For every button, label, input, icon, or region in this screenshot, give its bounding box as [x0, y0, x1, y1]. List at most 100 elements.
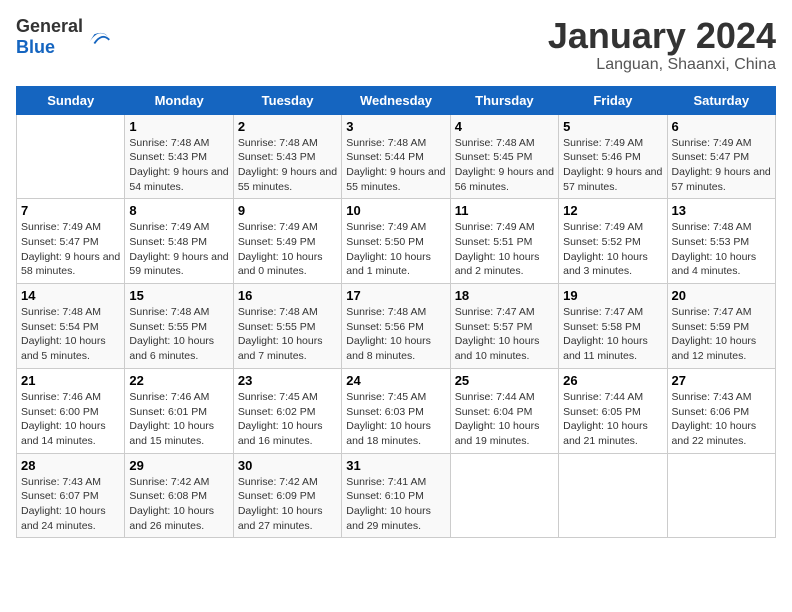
- day-number: 24: [346, 373, 445, 388]
- day-info: Sunrise: 7:45 AMSunset: 6:03 PMDaylight:…: [346, 390, 445, 449]
- day-number: 6: [672, 119, 771, 134]
- day-info: Sunrise: 7:44 AMSunset: 6:05 PMDaylight:…: [563, 390, 662, 449]
- calendar-cell: 8 Sunrise: 7:49 AMSunset: 5:48 PMDaylight…: [125, 199, 233, 284]
- day-number: 16: [238, 288, 337, 303]
- day-number: 9: [238, 203, 337, 218]
- calendar-cell: 3 Sunrise: 7:48 AMSunset: 5:44 PMDaylight…: [342, 114, 450, 199]
- week-row-1: 1 Sunrise: 7:48 AMSunset: 5:43 PMDaylight…: [17, 114, 776, 199]
- logo-icon: [85, 23, 113, 51]
- day-header-saturday: Saturday: [667, 86, 775, 114]
- calendar-cell: 24 Sunrise: 7:45 AMSunset: 6:03 PMDayligh…: [342, 368, 450, 453]
- day-info: Sunrise: 7:48 AMSunset: 5:45 PMDaylight:…: [455, 136, 554, 195]
- calendar-cell: 23 Sunrise: 7:45 AMSunset: 6:02 PMDayligh…: [233, 368, 341, 453]
- week-row-3: 14 Sunrise: 7:48 AMSunset: 5:54 PMDayligh…: [17, 284, 776, 369]
- day-number: 30: [238, 458, 337, 473]
- calendar-cell: 12Sunrise: 7:49 AMSunset: 5:52 PMDayligh…: [559, 199, 667, 284]
- calendar-cell: 7 Sunrise: 7:49 AMSunset: 5:47 PMDaylight…: [17, 199, 125, 284]
- calendar-cell: 1 Sunrise: 7:48 AMSunset: 5:43 PMDaylight…: [125, 114, 233, 199]
- calendar-cell: 30Sunrise: 7:42 AMSunset: 6:09 PMDayligh…: [233, 453, 341, 538]
- calendar-cell: 31Sunrise: 7:41 AMSunset: 6:10 PMDayligh…: [342, 453, 450, 538]
- calendar-cell: 16 Sunrise: 7:48 AMSunset: 5:55 PMDayligh…: [233, 284, 341, 369]
- day-number: 5: [563, 119, 662, 134]
- day-info: Sunrise: 7:48 AMSunset: 5:43 PMDaylight:…: [129, 136, 228, 195]
- day-number: 14: [21, 288, 120, 303]
- day-info: Sunrise: 7:48 AMSunset: 5:55 PMDaylight:…: [129, 305, 228, 364]
- day-header-tuesday: Tuesday: [233, 86, 341, 114]
- week-row-5: 28Sunrise: 7:43 AMSunset: 6:07 PMDayligh…: [17, 453, 776, 538]
- calendar-cell: 14 Sunrise: 7:48 AMSunset: 5:54 PMDayligh…: [17, 284, 125, 369]
- logo-text: General Blue: [16, 16, 83, 58]
- day-info: Sunrise: 7:48 AMSunset: 5:56 PMDaylight:…: [346, 305, 445, 364]
- day-info: Sunrise: 7:49 AMSunset: 5:52 PMDaylight:…: [563, 220, 662, 279]
- day-info: Sunrise: 7:49 AMSunset: 5:50 PMDaylight:…: [346, 220, 445, 279]
- title-block: January 2024 Languan, Shaanxi, China: [548, 16, 776, 74]
- week-row-2: 7 Sunrise: 7:49 AMSunset: 5:47 PMDaylight…: [17, 199, 776, 284]
- logo-blue: Blue: [16, 37, 55, 57]
- day-number: 27: [672, 373, 771, 388]
- day-number: 21: [21, 373, 120, 388]
- day-info: Sunrise: 7:46 AMSunset: 6:01 PMDaylight:…: [129, 390, 228, 449]
- day-info: Sunrise: 7:47 AMSunset: 5:58 PMDaylight:…: [563, 305, 662, 364]
- day-header-wednesday: Wednesday: [342, 86, 450, 114]
- calendar-cell: 17Sunrise: 7:48 AMSunset: 5:56 PMDayligh…: [342, 284, 450, 369]
- day-header-friday: Friday: [559, 86, 667, 114]
- calendar-cell: [667, 453, 775, 538]
- calendar-cell: 28Sunrise: 7:43 AMSunset: 6:07 PMDayligh…: [17, 453, 125, 538]
- calendar-cell: 4Sunrise: 7:48 AMSunset: 5:45 PMDaylight…: [450, 114, 558, 199]
- day-info: Sunrise: 7:48 AMSunset: 5:54 PMDaylight:…: [21, 305, 120, 364]
- day-info: Sunrise: 7:48 AMSunset: 5:53 PMDaylight:…: [672, 220, 771, 279]
- day-number: 1: [129, 119, 228, 134]
- day-header-thursday: Thursday: [450, 86, 558, 114]
- day-number: 2: [238, 119, 337, 134]
- day-number: 10: [346, 203, 445, 218]
- calendar-cell: 27Sunrise: 7:43 AMSunset: 6:06 PMDayligh…: [667, 368, 775, 453]
- calendar-cell: 20Sunrise: 7:47 AMSunset: 5:59 PMDayligh…: [667, 284, 775, 369]
- logo: General Blue: [16, 16, 113, 58]
- day-number: 29: [129, 458, 228, 473]
- day-info: Sunrise: 7:47 AMSunset: 5:57 PMDaylight:…: [455, 305, 554, 364]
- week-row-4: 21 Sunrise: 7:46 AMSunset: 6:00 PMDayligh…: [17, 368, 776, 453]
- calendar-cell: [559, 453, 667, 538]
- calendar-table: SundayMondayTuesdayWednesdayThursdayFrid…: [16, 86, 776, 539]
- day-number: 8: [129, 203, 228, 218]
- calendar-cell: 13Sunrise: 7:48 AMSunset: 5:53 PMDayligh…: [667, 199, 775, 284]
- day-info: Sunrise: 7:49 AMSunset: 5:51 PMDaylight:…: [455, 220, 554, 279]
- day-info: Sunrise: 7:48 AMSunset: 5:44 PMDaylight:…: [346, 136, 445, 195]
- day-number: 22: [129, 373, 228, 388]
- logo-general: General: [16, 16, 83, 36]
- calendar-cell: 21 Sunrise: 7:46 AMSunset: 6:00 PMDayligh…: [17, 368, 125, 453]
- day-info: Sunrise: 7:46 AMSunset: 6:00 PMDaylight:…: [21, 390, 120, 449]
- day-info: Sunrise: 7:45 AMSunset: 6:02 PMDaylight:…: [238, 390, 337, 449]
- day-number: 15: [129, 288, 228, 303]
- month-title: January 2024: [548, 16, 776, 56]
- calendar-cell: 18 Sunrise: 7:47 AMSunset: 5:57 PMDayligh…: [450, 284, 558, 369]
- day-info: Sunrise: 7:49 AMSunset: 5:47 PMDaylight:…: [21, 220, 120, 279]
- calendar-cell: 15 Sunrise: 7:48 AMSunset: 5:55 PMDayligh…: [125, 284, 233, 369]
- calendar-cell: [450, 453, 558, 538]
- day-info: Sunrise: 7:43 AMSunset: 6:07 PMDaylight:…: [21, 475, 120, 534]
- day-info: Sunrise: 7:41 AMSunset: 6:10 PMDaylight:…: [346, 475, 445, 534]
- day-number: 26: [563, 373, 662, 388]
- calendar-cell: 29 Sunrise: 7:42 AMSunset: 6:08 PMDayligh…: [125, 453, 233, 538]
- day-header-monday: Monday: [125, 86, 233, 114]
- calendar-cell: 6 Sunrise: 7:49 AMSunset: 5:47 PMDaylight…: [667, 114, 775, 199]
- day-info: Sunrise: 7:48 AMSunset: 5:55 PMDaylight:…: [238, 305, 337, 364]
- days-header-row: SundayMondayTuesdayWednesdayThursdayFrid…: [17, 86, 776, 114]
- day-info: Sunrise: 7:49 AMSunset: 5:48 PMDaylight:…: [129, 220, 228, 279]
- day-number: 23: [238, 373, 337, 388]
- day-number: 18: [455, 288, 554, 303]
- day-number: 7: [21, 203, 120, 218]
- day-info: Sunrise: 7:49 AMSunset: 5:47 PMDaylight:…: [672, 136, 771, 195]
- day-info: Sunrise: 7:47 AMSunset: 5:59 PMDaylight:…: [672, 305, 771, 364]
- day-info: Sunrise: 7:48 AMSunset: 5:43 PMDaylight:…: [238, 136, 337, 195]
- calendar-cell: [17, 114, 125, 199]
- day-number: 19: [563, 288, 662, 303]
- page-header: General Blue January 2024 Languan, Shaan…: [16, 16, 776, 74]
- calendar-cell: 22 Sunrise: 7:46 AMSunset: 6:01 PMDayligh…: [125, 368, 233, 453]
- calendar-cell: 5Sunrise: 7:49 AMSunset: 5:46 PMDaylight…: [559, 114, 667, 199]
- location-title: Languan, Shaanxi, China: [548, 56, 776, 74]
- day-info: Sunrise: 7:42 AMSunset: 6:08 PMDaylight:…: [129, 475, 228, 534]
- day-number: 11: [455, 203, 554, 218]
- day-number: 3: [346, 119, 445, 134]
- day-header-sunday: Sunday: [17, 86, 125, 114]
